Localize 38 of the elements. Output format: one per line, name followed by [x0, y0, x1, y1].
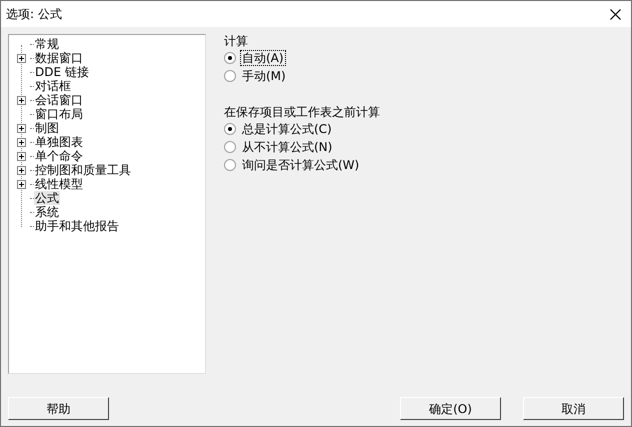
- radio-label[interactable]: 从不计算公式(N): [240, 139, 334, 155]
- tree-item[interactable]: 公式: [34, 191, 60, 205]
- tree-item[interactable]: 会话窗口: [34, 93, 84, 107]
- expand-icon[interactable]: [17, 180, 26, 188]
- tree-item[interactable]: 线性模型: [34, 177, 84, 191]
- expand-icon[interactable]: [17, 96, 26, 104]
- tree-item[interactable]: 对话框: [34, 79, 72, 93]
- expand-icon[interactable]: [17, 166, 26, 174]
- ok-button[interactable]: 确定(O): [400, 397, 501, 420]
- tree-item[interactable]: 单个命令: [34, 149, 84, 163]
- cancel-button[interactable]: 取消: [523, 397, 624, 420]
- radio-button[interactable]: [224, 159, 236, 171]
- group-heading: 在保存项目或工作表之前计算: [224, 105, 380, 120]
- tree-item[interactable]: DDE 链接: [34, 65, 90, 79]
- radio-button[interactable]: [224, 123, 236, 135]
- expand-icon[interactable]: [17, 152, 26, 160]
- tree-item[interactable]: 常规: [34, 37, 60, 51]
- tree-item[interactable]: 数据窗口: [34, 51, 84, 65]
- tree-item[interactable]: 助手和其他报告: [34, 219, 120, 233]
- window-title: 选项: 公式: [6, 6, 62, 23]
- radio-label[interactable]: 总是计算公式(C): [240, 121, 334, 137]
- radio-label[interactable]: 询问是否计算公式(W): [240, 157, 362, 173]
- radio-label[interactable]: 自动(A): [240, 50, 286, 66]
- expand-icon[interactable]: [17, 138, 26, 146]
- radio-label[interactable]: 手动(M): [240, 68, 288, 84]
- tree-item[interactable]: 窗口布局: [34, 107, 84, 121]
- tree-item[interactable]: 控制图和质量工具: [34, 163, 132, 177]
- radio-button[interactable]: [224, 52, 236, 64]
- expand-icon[interactable]: [17, 124, 26, 132]
- expand-icon[interactable]: [17, 54, 26, 62]
- radio-button[interactable]: [224, 141, 236, 153]
- tree-item[interactable]: 制图: [34, 121, 60, 135]
- tree-item[interactable]: 单独图表: [34, 135, 84, 149]
- radio-button[interactable]: [224, 70, 236, 82]
- help-button[interactable]: 帮助: [8, 397, 109, 420]
- tree-item[interactable]: 系统: [34, 205, 60, 219]
- close-icon[interactable]: [610, 8, 621, 20]
- group-heading: 计算: [224, 34, 249, 49]
